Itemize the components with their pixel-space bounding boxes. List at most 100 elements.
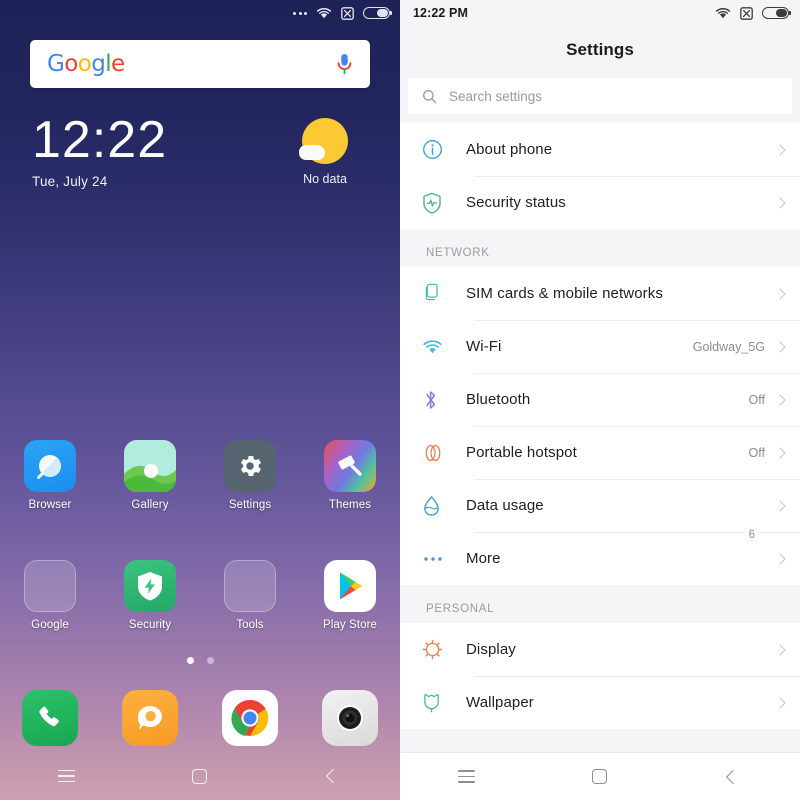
setting-row-display[interactable]: Display: [400, 623, 800, 676]
setting-row-portable-hotspot[interactable]: Portable hotspot Off: [400, 426, 800, 479]
chevron-right-icon: [774, 287, 786, 300]
chevron-right-icon: [774, 643, 786, 656]
more-dots-icon: [422, 555, 452, 563]
browser-icon: [24, 440, 76, 492]
phone-icon: [22, 690, 78, 746]
google-search-widget[interactable]: Google: [0, 26, 400, 88]
group-header-personal: PERSONAL: [400, 585, 800, 623]
chrome-icon: [222, 690, 278, 746]
setting-label: Portable hotspot: [466, 444, 577, 461]
themes-brush-icon: [324, 440, 376, 492]
clock-widget[interactable]: 12:22 Tue, July 24: [32, 111, 168, 190]
home-icon: [592, 769, 608, 784]
setting-row-data-usage[interactable]: Data usage 6: [400, 479, 800, 541]
app-label: Gallery: [131, 499, 169, 511]
settings-screen: 12:22 PM Settings Search settings About …: [400, 0, 800, 800]
tools-folder-icon: [224, 560, 276, 612]
dock: Phone Messages C: [0, 690, 400, 746]
chevron-right-icon: [774, 393, 786, 406]
dock-phone[interactable]: Phone: [0, 690, 100, 746]
microphone-icon[interactable]: [336, 53, 353, 76]
search-settings-bar[interactable]: Search settings: [408, 78, 792, 114]
app-row-2: Google Security Tools Play Store: [0, 560, 400, 631]
no-sim-icon: [740, 6, 753, 20]
app-gallery[interactable]: Gallery: [100, 440, 200, 511]
water-drop-icon: [422, 495, 452, 517]
setting-label: Display: [466, 641, 516, 658]
settings-status-bar: 12:22 PM: [400, 0, 800, 26]
weather-widget[interactable]: No data: [290, 118, 360, 186]
dock-messages[interactable]: Messages: [100, 690, 200, 746]
battery-icon: [762, 7, 791, 19]
app-label: Tools: [236, 619, 264, 631]
setting-label: Wallpaper: [466, 694, 534, 711]
weather-label: No data: [303, 172, 347, 186]
hotspot-rings-icon: [422, 443, 452, 463]
app-themes[interactable]: Themes: [300, 440, 400, 511]
app-label: Themes: [328, 499, 372, 511]
setting-row-sim-cards[interactable]: SIM cards & mobile networks: [400, 267, 800, 320]
home-icon: [192, 768, 208, 784]
nav-home-button[interactable]: [533, 769, 666, 784]
chevron-right-icon: [774, 499, 786, 512]
nav-home-button[interactable]: [133, 768, 266, 784]
setting-label: More: [466, 550, 501, 567]
chevron-right-icon: [774, 552, 786, 565]
clock-date: Tue, July 24: [32, 174, 108, 190]
settings-group-personal: Display Wallpaper: [400, 623, 800, 729]
setting-row-bluetooth[interactable]: Bluetooth Off: [400, 373, 800, 426]
settings-group-network: SIM cards & mobile networks Wi-Fi Goldwa…: [400, 267, 800, 585]
settings-group-top: About phone Security status: [400, 123, 800, 229]
wallpaper-icon: [422, 692, 452, 714]
dock-camera[interactable]: Camera: [300, 690, 400, 746]
setting-label: About phone: [466, 141, 553, 158]
setting-row-security-status[interactable]: Security status: [400, 176, 800, 229]
setting-row-wifi[interactable]: Wi-Fi Goldway_5G: [400, 320, 800, 373]
home-screen: Google 12:22 Tue, July 24 No data Browse…: [0, 0, 400, 800]
menu-icon: [58, 769, 76, 783]
settings-gear-icon: [224, 440, 276, 492]
setting-label: Wi-Fi: [466, 338, 502, 355]
setting-row-wallpaper[interactable]: Wallpaper: [400, 676, 800, 729]
app-label: Play Store: [322, 619, 378, 631]
sun-icon: [422, 639, 452, 660]
chevron-right-icon: [774, 196, 786, 209]
app-label: Security: [128, 619, 172, 631]
app-browser[interactable]: Browser: [0, 440, 100, 511]
chevron-right-icon: [774, 143, 786, 156]
home-navigation-bar: [0, 752, 400, 800]
app-folder-google[interactable]: Google: [0, 560, 100, 631]
search-icon: [423, 89, 437, 103]
setting-label: SIM cards & mobile networks: [466, 285, 663, 302]
setting-row-about-phone[interactable]: About phone: [400, 123, 800, 176]
app-security[interactable]: Security: [100, 560, 200, 631]
setting-row-more[interactable]: More: [400, 532, 800, 585]
setting-value: Goldway_5G: [692, 339, 765, 354]
nav-back-button[interactable]: [267, 768, 400, 784]
page-dot-active[interactable]: [186, 657, 194, 664]
app-settings[interactable]: Settings: [200, 440, 300, 511]
page-title: Settings: [400, 26, 800, 78]
app-folder-tools[interactable]: Tools: [200, 560, 300, 631]
google-logo: Google: [47, 51, 125, 77]
sim-cards-icon: [422, 283, 452, 304]
clock-time: 12:22: [32, 111, 168, 169]
menu-icon: [458, 770, 476, 783]
clock-weather-widget[interactable]: 12:22 Tue, July 24 No data: [0, 88, 400, 189]
dock-chrome[interactable]: Chrome: [200, 690, 300, 746]
page-dot[interactable]: [206, 657, 214, 664]
security-shield-icon: [124, 560, 176, 612]
app-play-store[interactable]: Play Store: [300, 560, 400, 631]
nav-back-button[interactable]: [667, 769, 800, 784]
group-header-network: NETWORK: [400, 229, 800, 267]
setting-label: Data usage: [466, 497, 544, 514]
play-store-icon: [324, 560, 376, 612]
back-icon: [326, 768, 341, 784]
back-icon: [726, 769, 741, 784]
nav-menu-button[interactable]: [0, 769, 133, 783]
gallery-icon: [124, 440, 176, 492]
settings-navigation-bar: [400, 752, 800, 800]
chevron-right-icon: [774, 696, 786, 709]
nav-menu-button[interactable]: [400, 770, 533, 783]
search-input[interactable]: Search settings: [449, 89, 542, 104]
